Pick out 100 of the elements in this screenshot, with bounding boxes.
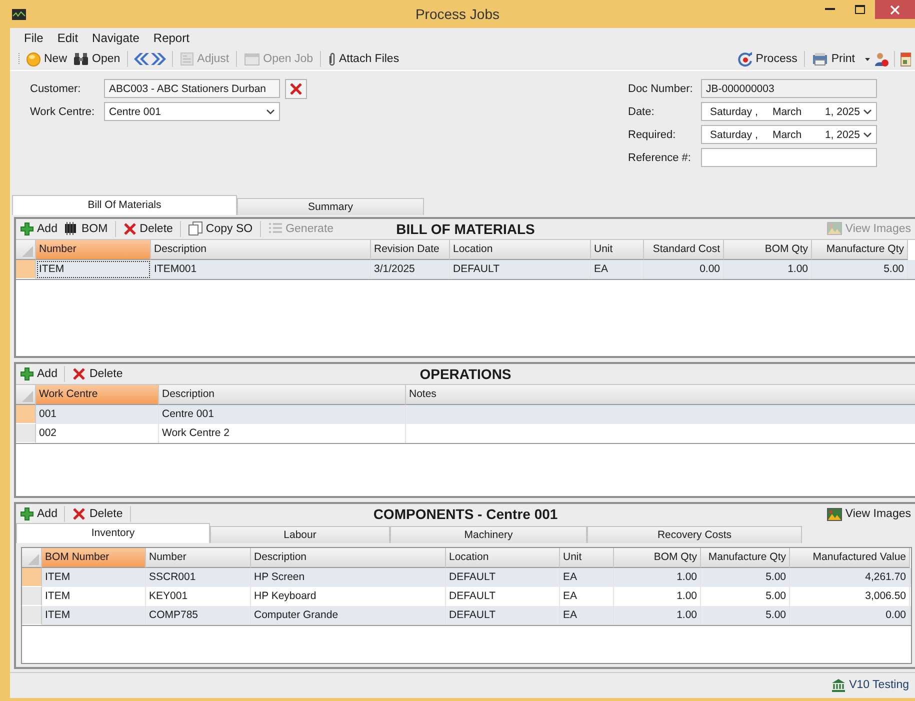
view-images-button[interactable]: View Images xyxy=(825,506,913,522)
table-cell: 1.00 xyxy=(724,260,812,279)
plus-icon xyxy=(20,366,34,381)
toolbar-button[interactable]: Open xyxy=(71,51,122,68)
dropdown-field[interactable]: Centre 001 xyxy=(104,102,280,122)
table-cell: Work Centre 2 xyxy=(159,424,406,443)
table-cell: Computer Grande xyxy=(251,606,446,625)
bank-icon xyxy=(831,678,846,692)
toolbar-button[interactable]: Add xyxy=(18,366,60,382)
x-mark-icon xyxy=(72,507,86,521)
double-chevron-right-icon[interactable] xyxy=(151,52,168,66)
close-icon xyxy=(890,4,900,14)
chevron-down-icon xyxy=(266,108,275,115)
table-cell: 0.00 xyxy=(644,260,724,279)
readonly-field: JB-000000003 xyxy=(701,79,877,98)
tab[interactable]: Machinery xyxy=(390,526,587,543)
column-header[interactable]: Location xyxy=(446,548,560,568)
table-cell: COMP785 xyxy=(146,606,251,625)
toolbar-button[interactable]: Delete xyxy=(70,366,125,382)
section-title: BILL OF MATERIALS xyxy=(396,220,535,237)
column-header[interactable]: Unit xyxy=(560,548,614,568)
window-icon xyxy=(244,52,260,66)
table-cell: ITEM001 xyxy=(151,260,371,279)
image-icon xyxy=(827,508,842,520)
menu-item[interactable]: Navigate xyxy=(92,31,148,49)
tab[interactable]: Labour xyxy=(210,526,390,543)
column-header[interactable]: Location xyxy=(450,240,591,260)
toolbar-button[interactable]: Print xyxy=(810,51,857,68)
column-header[interactable]: Number xyxy=(36,240,151,260)
column-header[interactable]: Manufacture Qty xyxy=(812,240,908,260)
row-selector[interactable] xyxy=(16,260,36,279)
input-field[interactable] xyxy=(701,148,877,168)
tab[interactable]: Recovery Costs xyxy=(587,526,802,543)
double-chevron-left-icon[interactable] xyxy=(133,52,150,66)
maximize-icon xyxy=(855,5,865,14)
toolbar-button[interactable]: Delete xyxy=(70,506,125,522)
table-cell: 3/1/2025 xyxy=(371,260,450,279)
toolbar-button[interactable]: Process xyxy=(736,50,800,68)
image-icon xyxy=(827,222,842,236)
date-picker[interactable]: Saturday , March 1, 2025 xyxy=(701,102,877,122)
tab[interactable]: Inventory xyxy=(16,523,210,543)
section-title: COMPONENTS - Centre 001 xyxy=(373,506,558,522)
connection-status[interactable]: V10 Testing xyxy=(831,678,909,692)
column-header[interactable]: Unit xyxy=(591,240,644,260)
field-label: Doc Number: xyxy=(628,82,694,95)
column-header[interactable]: Standard Cost xyxy=(644,240,724,260)
table-cell: 5.00 xyxy=(701,606,790,625)
toolbar-button[interactable]: New xyxy=(24,50,70,68)
column-header[interactable]: Notes xyxy=(406,384,915,405)
toolbar-button[interactable]: Add xyxy=(18,220,60,237)
toolbar-button[interactable]: Attach Files xyxy=(326,50,402,68)
binoculars-icon xyxy=(73,52,90,66)
list-icon xyxy=(268,222,283,236)
column-header[interactable]: Description xyxy=(159,384,406,405)
table-cell: ITEM xyxy=(42,606,146,625)
column-header[interactable]: Manufactured Value xyxy=(790,548,910,568)
table-cell: EA xyxy=(560,606,614,625)
column-header[interactable]: Description xyxy=(151,240,371,260)
window-title: Process Jobs xyxy=(415,6,500,22)
column-header[interactable]: Manufacture Qty xyxy=(701,548,790,568)
column-header[interactable]: Number xyxy=(146,548,251,568)
date-picker[interactable]: Saturday , March 1, 2025 xyxy=(701,125,877,144)
refresh-icon xyxy=(738,52,753,67)
toolbar-button[interactable]: BOM xyxy=(61,221,110,236)
corner-triangle-icon xyxy=(22,390,33,402)
tab[interactable]: Summary xyxy=(237,198,424,215)
row-selector[interactable] xyxy=(16,404,36,424)
toolbar-button[interactable]: Delete xyxy=(120,220,175,237)
corner-triangle-icon xyxy=(22,246,33,257)
calendar-icon[interactable] xyxy=(900,52,911,67)
copy-icon xyxy=(188,221,203,236)
column-header[interactable]: BOM Number xyxy=(42,548,146,568)
toolbar-button[interactable]: Add xyxy=(18,506,60,522)
app-icon xyxy=(12,8,26,20)
field-label: Work Centre: xyxy=(30,106,96,118)
printer-icon xyxy=(812,52,828,66)
x-mark-icon xyxy=(289,82,303,96)
menu-item[interactable]: File xyxy=(24,31,52,49)
menu-item[interactable]: Report xyxy=(153,31,198,49)
plus-icon xyxy=(20,507,34,521)
column-header[interactable]: Revision Date xyxy=(371,240,450,260)
chip-icon xyxy=(63,222,78,236)
menu-item[interactable]: Edit xyxy=(57,31,86,49)
caret-icon[interactable] xyxy=(863,56,872,62)
clear-button[interactable] xyxy=(285,78,307,99)
table-cell: 5.00 xyxy=(812,260,908,279)
toolbar-button[interactable]: Copy SO xyxy=(186,220,255,238)
column-header[interactable]: Description xyxy=(251,548,446,568)
column-header[interactable]: Work Centre xyxy=(36,384,159,405)
tab[interactable]: Bill Of Materials xyxy=(12,194,237,215)
field-label: Reference #: xyxy=(628,152,692,164)
customer-field[interactable]: ABC003 - ABC Stationers Durban xyxy=(104,79,280,98)
x-mark-icon xyxy=(122,222,137,236)
corner-triangle-icon xyxy=(28,554,39,565)
x-mark-icon xyxy=(72,366,86,381)
person-icon[interactable] xyxy=(874,52,889,67)
field-label: Required: xyxy=(628,128,677,141)
column-header[interactable]: BOM Qty xyxy=(724,240,812,260)
close-button[interactable] xyxy=(875,0,915,19)
column-header[interactable]: BOM Qty xyxy=(614,548,701,568)
